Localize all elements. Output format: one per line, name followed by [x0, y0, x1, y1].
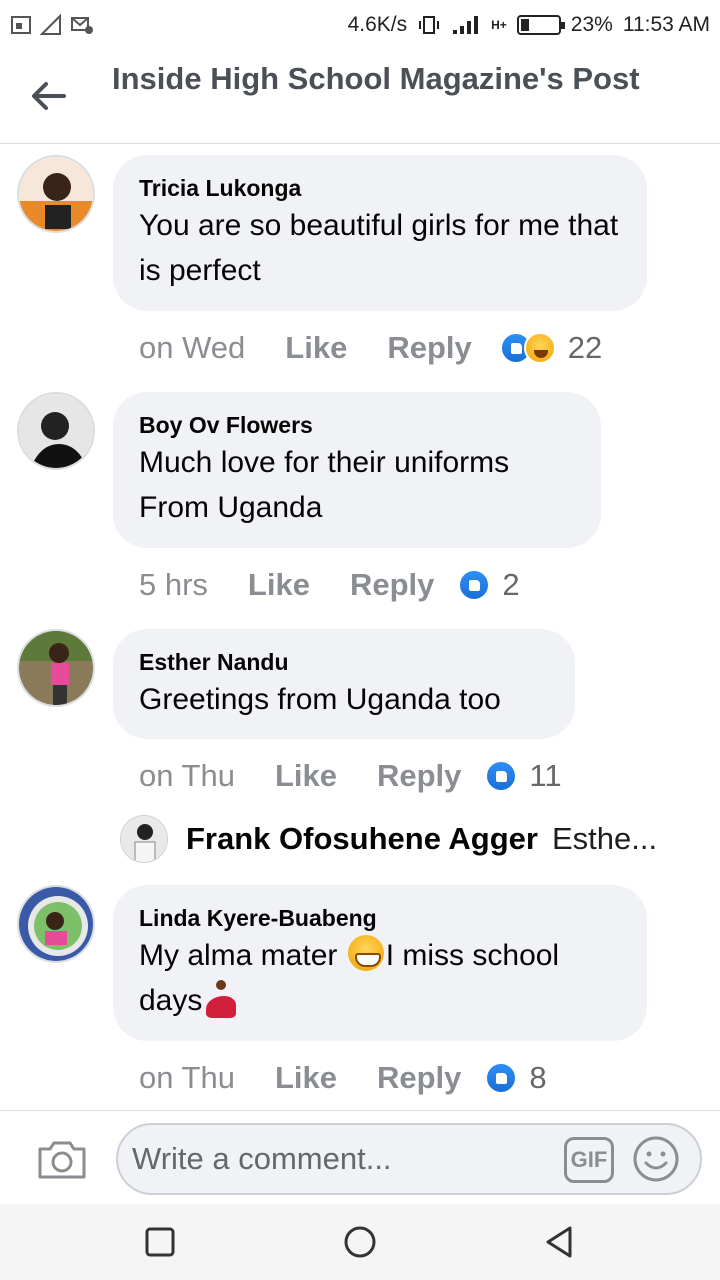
network-speed: 4.6K/s: [347, 13, 408, 36]
page-title: Inside High School Magazine's Post: [112, 61, 640, 96]
comment-bubble[interactable]: Esther Nandu Greetings from Uganda too: [113, 629, 575, 739]
comment-bubble[interactable]: Tricia Lukonga You are so beautiful girl…: [113, 155, 647, 311]
comment-composer: GIF: [0, 1110, 720, 1204]
comment-text: Greetings from Uganda too: [139, 683, 501, 716]
comment-timestamp[interactable]: on Wed: [139, 330, 245, 366]
comment-actions: on Wed Like Reply 22: [139, 326, 602, 370]
comment-timestamp[interactable]: on Thu: [139, 1060, 235, 1096]
back-nav-icon[interactable]: [542, 1224, 578, 1260]
gif-button[interactable]: GIF: [564, 1137, 614, 1183]
screenshot-icon: [11, 16, 31, 34]
camera-icon[interactable]: [36, 1137, 88, 1181]
vibrate-icon: [419, 16, 440, 34]
notification-icons: [10, 14, 94, 36]
network-type-label: H+: [491, 18, 507, 32]
like-button[interactable]: Like: [285, 330, 347, 366]
post-header: Inside High School Magazine's Post: [0, 50, 720, 144]
haha-icon: [523, 332, 556, 364]
comment-text: My alma mater I miss school days: [139, 933, 621, 1023]
battery-percent: 23%: [570, 13, 613, 36]
emoji-picker-icon[interactable]: [632, 1135, 680, 1183]
reaction-summary[interactable]: [485, 1062, 518, 1094]
reaction-count: 8: [529, 1060, 547, 1095]
comment-bubble[interactable]: Linda Kyere-Buabeng My alma mater I miss…: [113, 885, 647, 1041]
reply-button[interactable]: Reply: [377, 758, 461, 794]
back-arrow-icon[interactable]: [28, 76, 68, 116]
comment-text: Much love for their uniforms From Uganda: [139, 446, 510, 524]
status-bar: 4.6K/s H+ 23% 11:53 AM: [0, 0, 720, 50]
like-button[interactable]: Like: [275, 758, 337, 794]
mail-settings-icon: [71, 17, 93, 34]
dancer-emoji-icon: [202, 978, 238, 1018]
reply-preview[interactable]: Frank Ofosuhene Agger Esthe...: [120, 812, 657, 866]
reaction-summary[interactable]: [458, 569, 491, 601]
reply-button[interactable]: Reply: [387, 330, 471, 366]
comment-author[interactable]: Tricia Lukonga: [139, 173, 621, 203]
comment-author[interactable]: Esther Nandu: [139, 647, 549, 677]
comment-input-wrapper: GIF: [116, 1123, 702, 1195]
like-icon: [485, 760, 518, 792]
comment-actions: on Thu Like Reply 11: [139, 754, 562, 798]
like-icon: [485, 1062, 518, 1094]
comment-timestamp[interactable]: on Thu: [139, 758, 235, 794]
reaction-count: 11: [529, 758, 562, 793]
comment-author[interactable]: Boy Ov Flowers: [139, 410, 575, 440]
comment-text: You are so beautiful girls for me that i…: [139, 209, 619, 287]
reaction-count: 2: [502, 567, 520, 602]
comment-actions: 5 hrs Like Reply 2: [139, 563, 520, 607]
like-icon: [458, 569, 491, 601]
home-icon[interactable]: [342, 1224, 378, 1260]
avatar[interactable]: [17, 392, 95, 470]
clock: 11:53 AM: [622, 13, 710, 36]
reply-button[interactable]: Reply: [350, 567, 434, 603]
battery-icon: [516, 15, 565, 35]
avatar[interactable]: [17, 629, 95, 707]
comment-text-part: My alma mater: [139, 939, 346, 972]
signal-off-icon: [40, 14, 61, 35]
reaction-count: 22: [567, 330, 603, 365]
signal-bars-icon: [453, 16, 479, 34]
like-button[interactable]: Like: [275, 1060, 337, 1096]
reply-text: Esthe...: [551, 821, 658, 856]
reaction-summary[interactable]: [499, 332, 556, 364]
comment-actions: on Thu Like Reply 8: [139, 1056, 547, 1100]
grinning-emoji-icon: [347, 935, 384, 971]
recent-apps-icon[interactable]: [142, 1224, 178, 1260]
reply-author[interactable]: Frank Ofosuhene Agger: [186, 821, 538, 857]
reaction-summary[interactable]: [485, 760, 518, 792]
comment-bubble[interactable]: Boy Ov Flowers Much love for their unifo…: [113, 392, 601, 548]
comment-input[interactable]: [132, 1125, 552, 1193]
like-button[interactable]: Like: [248, 567, 310, 603]
avatar[interactable]: [17, 885, 95, 963]
reply-button[interactable]: Reply: [377, 1060, 461, 1096]
avatar[interactable]: [120, 815, 168, 863]
comment-author[interactable]: Linda Kyere-Buabeng: [139, 903, 621, 933]
system-nav-bar: [0, 1204, 720, 1280]
comment-timestamp[interactable]: 5 hrs: [139, 567, 208, 603]
avatar[interactable]: [17, 155, 95, 233]
